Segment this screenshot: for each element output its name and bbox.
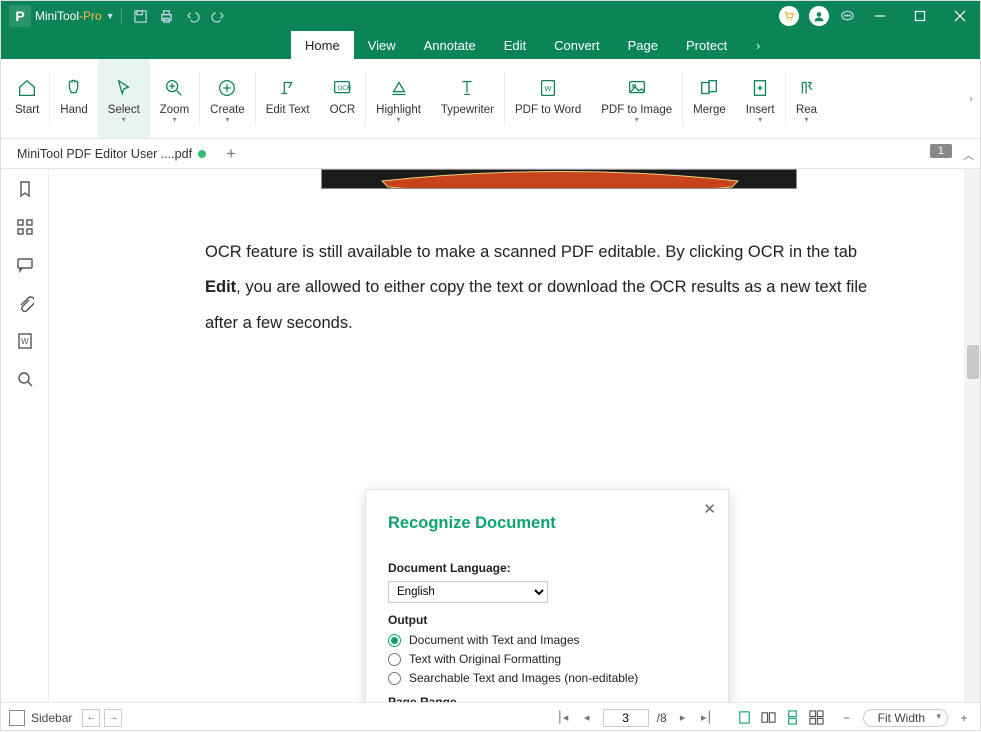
save-icon[interactable] (128, 1, 154, 31)
view-single-icon[interactable] (735, 709, 755, 727)
last-page-button[interactable]: ▸⎮ (699, 711, 715, 724)
next-page-button[interactable]: ▸ (675, 711, 691, 724)
lang-label: Document Language: (388, 561, 706, 575)
lang-select[interactable]: English (388, 581, 548, 603)
close-button[interactable] (940, 1, 980, 31)
new-tab-button[interactable]: + (226, 144, 236, 164)
nav-back-forward: ← → (82, 709, 122, 727)
tab-annotate[interactable]: Annotate (410, 31, 490, 59)
zoom-in-button[interactable]: + (956, 711, 972, 725)
radio-icon (388, 634, 401, 647)
svg-text:OCR: OCR (338, 85, 353, 92)
recognize-dialog: ✕ Recognize Document Document Language: … (365, 489, 729, 702)
bookmark-icon[interactable] (15, 179, 35, 199)
pdf-to-image-button[interactable]: PDF to Image▾ (591, 59, 682, 138)
zoom-fit-select[interactable]: Fit Width (863, 709, 948, 727)
vertical-scrollbar[interactable] (964, 169, 980, 702)
dialog-close-button[interactable]: ✕ (703, 500, 716, 518)
typewriter-button[interactable]: Typewriter (431, 59, 504, 138)
minimize-button[interactable] (860, 1, 900, 31)
collapse-ribbon-icon[interactable]: ︿ (963, 147, 974, 163)
statusbar: Sidebar ← → ⎮◂ ◂ /8 ▸ ▸⎮ − Fit Width + (1, 702, 980, 732)
svg-text:W: W (21, 337, 29, 346)
start-button[interactable]: Start (5, 59, 49, 138)
hand-button[interactable]: Hand (50, 59, 98, 138)
radio-icon (388, 653, 401, 666)
page-body-text: OCR feature is still available to make a… (205, 235, 895, 341)
view-continuous-icon[interactable] (783, 709, 803, 727)
dialog-title: Recognize Document (366, 490, 728, 533)
maximize-button[interactable] (900, 1, 940, 31)
view-facing-icon[interactable] (759, 709, 779, 727)
pdf-to-word-button[interactable]: WPDF to Word (505, 59, 591, 138)
tab-view[interactable]: View (354, 31, 410, 59)
thumbnails-icon[interactable] (15, 217, 35, 237)
prev-page-button[interactable]: ◂ (579, 711, 595, 724)
page-controls: ⎮◂ ◂ /8 ▸ ▸⎮ (555, 709, 715, 727)
main-area: W OCR feature is still available to make… (1, 169, 980, 702)
first-page-button[interactable]: ⎮◂ (555, 711, 571, 724)
zoom-button[interactable]: Zoom▾ (150, 59, 199, 138)
nav-forward-button[interactable]: → (104, 709, 122, 727)
word-export-icon[interactable]: W (15, 331, 35, 351)
page-banner-image (321, 169, 797, 189)
output-opt-2[interactable]: Text with Original Formatting (388, 652, 706, 666)
tab-convert[interactable]: Convert (540, 31, 614, 59)
app-name: MiniTool-Pro (35, 9, 102, 23)
scrollbar-thumb[interactable] (967, 345, 979, 379)
edit-text-button[interactable]: Edit Text (256, 59, 320, 138)
undo-icon[interactable] (180, 1, 206, 31)
view-grid-icon[interactable] (807, 709, 827, 727)
tab-page[interactable]: Page (614, 31, 672, 59)
create-button[interactable]: Create▾ (200, 59, 255, 138)
tab-edit[interactable]: Edit (490, 31, 540, 59)
search-icon[interactable] (15, 369, 35, 389)
range-label: Page Range (388, 695, 706, 702)
unsaved-dot-icon (198, 150, 206, 158)
svg-text:W: W (544, 84, 551, 93)
menubar: Home View Annotate Edit Convert Page Pro… (1, 31, 980, 59)
merge-button[interactable]: Merge (683, 59, 736, 138)
tab-protect[interactable]: Protect (672, 31, 741, 59)
redo-icon[interactable] (206, 1, 232, 31)
radio-icon (388, 672, 401, 685)
highlight-button[interactable]: Highlight▾ (366, 59, 431, 138)
feedback-icon[interactable] (834, 1, 860, 31)
document-tab-label: MiniTool PDF Editor User ....pdf (17, 147, 192, 161)
document-tab-bar: MiniTool PDF Editor User ....pdf + 1 ︿ (1, 139, 980, 169)
ribbon: Start Hand Select▾ Zoom▾ Create▾ Edit Te… (1, 59, 980, 139)
sidebar-label[interactable]: Sidebar (31, 711, 72, 725)
app-logo: P (9, 5, 31, 27)
ribbon-overflow-icon[interactable]: › (964, 86, 978, 112)
sidebar-toggle-icon[interactable] (9, 710, 25, 726)
zoom-out-button[interactable]: − (839, 711, 855, 725)
output-opt-1[interactable]: Document with Text and Images (388, 633, 706, 647)
nav-back-button[interactable]: ← (82, 709, 100, 727)
page-input[interactable] (603, 709, 649, 727)
pdf-page: OCR feature is still available to make a… (111, 169, 931, 341)
document-tab[interactable]: MiniTool PDF Editor User ....pdf (9, 147, 214, 161)
cart-icon[interactable] (779, 6, 799, 26)
output-label: Output (388, 613, 706, 627)
page-total: /8 (657, 711, 667, 725)
titlebar: P MiniTool-Pro ▼ (1, 1, 980, 31)
select-button[interactable]: Select▾ (98, 59, 150, 138)
sidebar-panel: W (1, 169, 49, 702)
tab-home[interactable]: Home (291, 31, 354, 59)
viewport[interactable]: OCR feature is still available to make a… (49, 169, 980, 702)
menu-overflow-icon[interactable]: › (747, 31, 769, 59)
zoom-controls: − Fit Width + (839, 709, 972, 727)
comments-icon[interactable] (15, 255, 35, 275)
print-icon[interactable] (154, 1, 180, 31)
app-dropdown-icon[interactable]: ▼ (106, 11, 115, 21)
page-badge: 1 (930, 144, 952, 158)
attachments-icon[interactable] (15, 293, 35, 313)
output-opt-3[interactable]: Searchable Text and Images (non-editable… (388, 671, 706, 685)
read-button[interactable]: Rea▾ (786, 59, 828, 138)
user-icon[interactable] (809, 6, 829, 26)
insert-button[interactable]: Insert▾ (736, 59, 785, 138)
ocr-button[interactable]: OCROCR (320, 59, 366, 138)
